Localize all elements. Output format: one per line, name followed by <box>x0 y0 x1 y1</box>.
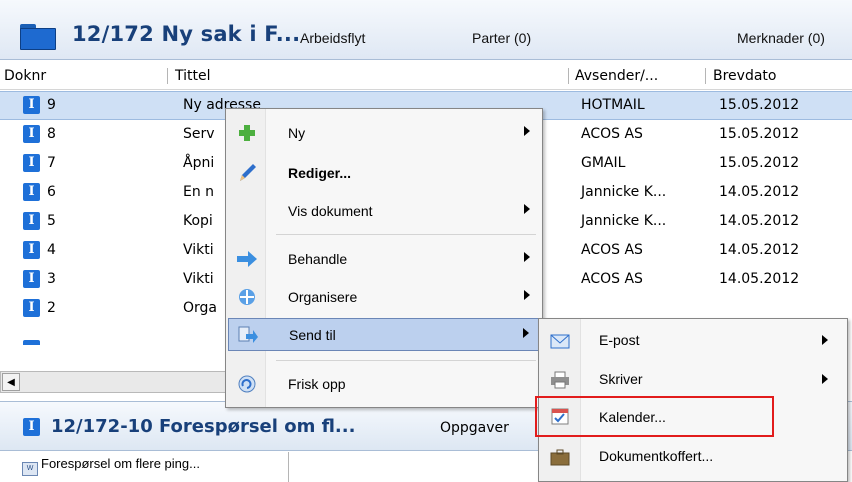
doc-sender: ACOS AS <box>581 242 643 258</box>
doc-date: 15.05.2012 <box>719 155 800 171</box>
tab-merknader[interactable]: Merknader (0) <box>737 30 825 46</box>
document-title: 12/172-10 Forespørsel om fl... <box>51 416 356 437</box>
doc-number: 4 <box>47 242 56 258</box>
email-icon <box>550 334 570 349</box>
document-type-icon: I <box>23 241 40 259</box>
menu-item-label: E-post <box>599 332 640 348</box>
context-menu: Ny Rediger... Vis dokument Behandle Orga… <box>225 108 543 408</box>
case-header: 12/172 Ny sak i F... Arbeidsflyt Parter … <box>0 0 852 60</box>
menu-item-organisere[interactable]: Organisere <box>228 281 540 313</box>
doc-date: 15.05.2012 <box>719 97 800 113</box>
menu-item-behandle[interactable]: Behandle <box>228 243 540 275</box>
menu-item-e-post[interactable]: E-post <box>540 323 846 359</box>
doc-sender: Jannicke K... <box>581 184 667 200</box>
menu-item-label: Behandle <box>288 251 348 267</box>
folder-icon <box>20 24 56 50</box>
col-doknr[interactable]: Doknr <box>4 68 46 84</box>
menu-item-rediger[interactable]: Rediger... <box>228 157 540 189</box>
doc-title: Vikti <box>183 242 214 258</box>
doc-sender: ACOS AS <box>581 271 643 287</box>
doc-title: Serv <box>183 126 215 142</box>
col-brevdato[interactable]: Brevdato <box>713 68 776 84</box>
tab-parter[interactable]: Parter (0) <box>472 30 531 46</box>
green-plus-icon <box>239 125 255 141</box>
col-avsender[interactable]: Avsender/... <box>575 68 658 84</box>
send-to-icon <box>238 326 258 343</box>
menu-item-label: Dokumentkoffert... <box>599 448 714 464</box>
case-title: 12/172 Ny sak i F... <box>72 22 301 46</box>
word-document-icon: W <box>22 462 38 476</box>
blue-arrow-icon <box>237 251 257 267</box>
doc-number: 2 <box>47 300 56 316</box>
document-type-icon <box>23 340 40 345</box>
submenu-arrow-icon <box>524 126 530 136</box>
doc-title: Åpni <box>183 155 215 171</box>
doc-date: 14.05.2012 <box>719 213 800 229</box>
submenu-arrow-icon <box>822 374 828 384</box>
menu-item-ny[interactable]: Ny <box>228 117 540 149</box>
doc-sender: ACOS AS <box>581 126 643 142</box>
submenu-arrow-icon <box>524 204 530 214</box>
doc-title: Orga <box>183 300 217 316</box>
attachment-item[interactable]: W Forespørsel om flere ping... <box>22 456 200 476</box>
horizontal-scrollbar[interactable]: ◀ <box>0 371 230 393</box>
document-type-icon: I <box>23 125 40 143</box>
doc-title: Kopi <box>183 213 213 229</box>
move-arrows-icon <box>239 289 255 305</box>
menu-item-label: Rediger... <box>288 165 352 181</box>
document-type-icon: I <box>23 212 40 230</box>
pencil-icon <box>240 164 256 181</box>
highlight-box <box>535 396 774 437</box>
submenu-arrow-icon <box>524 290 530 300</box>
doc-number: 5 <box>47 213 56 229</box>
menu-item-skriver[interactable]: Skriver <box>540 362 846 398</box>
menu-item-label: Ny <box>288 125 306 141</box>
doc-title: En n <box>183 184 215 200</box>
doc-sender: Jannicke K... <box>581 213 667 229</box>
doc-date: 14.05.2012 <box>719 271 800 287</box>
col-tittel[interactable]: Tittel <box>175 68 211 84</box>
document-type-icon: I <box>23 154 40 172</box>
doc-title: Vikti <box>183 271 214 287</box>
column-header-bar: Doknr Tittel Avsender/... Brevdato <box>0 62 852 90</box>
menu-item-label: Skriver <box>599 371 643 387</box>
menu-item-vis-dokument[interactable]: Vis dokument <box>228 195 540 227</box>
doc-sender: GMAIL <box>581 155 626 171</box>
menu-item-label: Vis dokument <box>288 203 373 219</box>
doc-number: 7 <box>47 155 56 171</box>
tab-arbeidsflyt[interactable]: Arbeidsflyt <box>300 30 365 46</box>
document-type-icon: I <box>23 418 40 436</box>
menu-item-label: Send til <box>289 327 336 343</box>
tab-oppgaver[interactable]: Oppgaver <box>440 420 509 436</box>
refresh-icon <box>238 375 256 393</box>
attachment-label: Forespørsel om flere ping... <box>41 456 200 471</box>
scroll-left-icon[interactable]: ◀ <box>2 373 20 391</box>
submenu-arrow-icon <box>822 335 828 345</box>
menu-item-label: Frisk opp <box>288 376 346 392</box>
document-type-icon: I <box>23 96 40 114</box>
submenu-arrow-icon <box>524 252 530 262</box>
briefcase-icon <box>550 449 570 466</box>
doc-number: 8 <box>47 126 56 142</box>
submenu-arrow-icon <box>523 328 529 338</box>
document-type-icon: I <box>23 183 40 201</box>
menu-item-dokumentkoffert[interactable]: Dokumentkoffert... <box>540 439 846 475</box>
doc-number: 3 <box>47 271 56 287</box>
menu-item-send-til[interactable]: Send til <box>228 318 540 351</box>
doc-date: 14.05.2012 <box>719 184 800 200</box>
doc-number: 9 <box>47 97 56 113</box>
menu-item-label: Organisere <box>288 289 358 305</box>
document-type-icon: I <box>23 270 40 288</box>
doc-sender: HOTMAIL <box>581 97 645 113</box>
menu-item-frisk-opp[interactable]: Frisk opp <box>228 368 540 400</box>
printer-icon <box>551 371 569 389</box>
doc-number: 6 <box>47 184 56 200</box>
doc-date: 15.05.2012 <box>719 126 800 142</box>
document-type-icon: I <box>23 299 40 317</box>
doc-date: 14.05.2012 <box>719 242 800 258</box>
